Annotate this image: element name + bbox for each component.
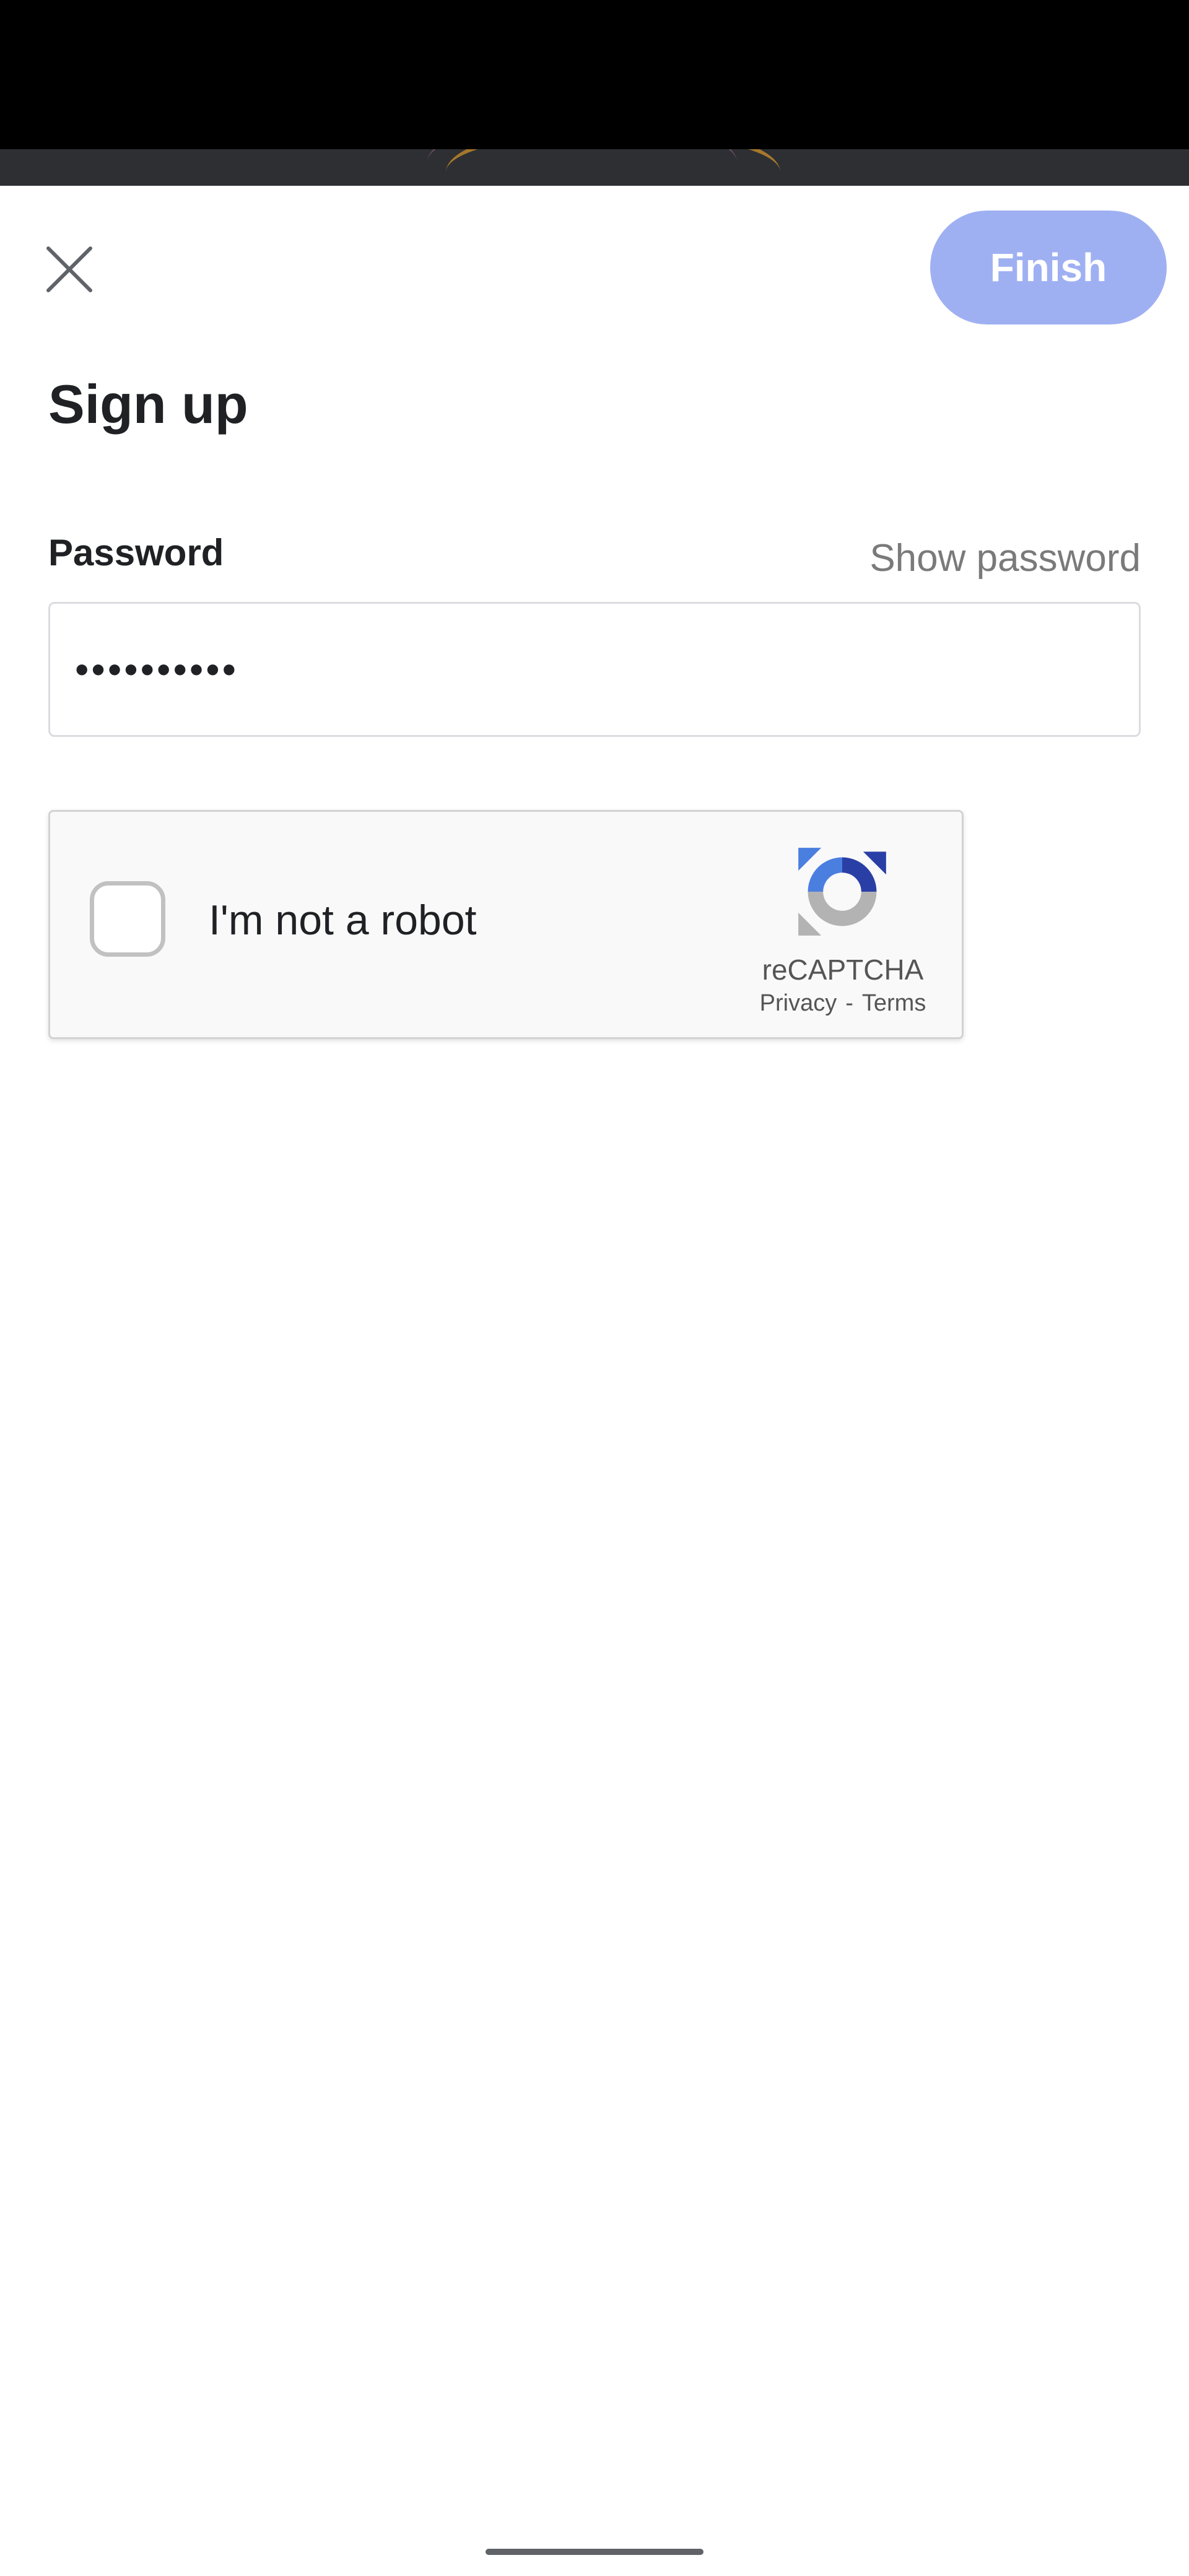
status-bar [0,0,1189,149]
background-decoration [446,149,780,186]
show-password-toggle[interactable]: Show password [869,536,1141,580]
recaptcha-logo-icon [798,848,886,936]
recaptcha-links: Privacy - Terms [731,990,954,1017]
finish-button[interactable]: Finish [930,211,1167,324]
recaptcha-checkbox[interactable] [90,881,165,957]
recaptcha-widget: I'm not a robot reCAPTCHA Privacy - Terms [48,810,964,1039]
home-indicator[interactable] [486,2549,703,2555]
recaptcha-brand: reCAPTCHA [762,954,924,986]
close-icon [46,246,92,292]
recaptcha-privacy-link[interactable]: Privacy [760,990,837,1016]
recaptcha-terms-link[interactable]: Terms [862,990,926,1016]
password-field[interactable] [48,602,1141,737]
page-title: Sign up [48,373,248,435]
close-button[interactable] [38,238,100,300]
background-app-strip [0,149,1189,186]
recaptcha-checkbox-label: I'm not a robot [209,897,477,944]
password-label: Password [48,532,224,573]
recaptcha-link-separator: - [845,990,853,1016]
